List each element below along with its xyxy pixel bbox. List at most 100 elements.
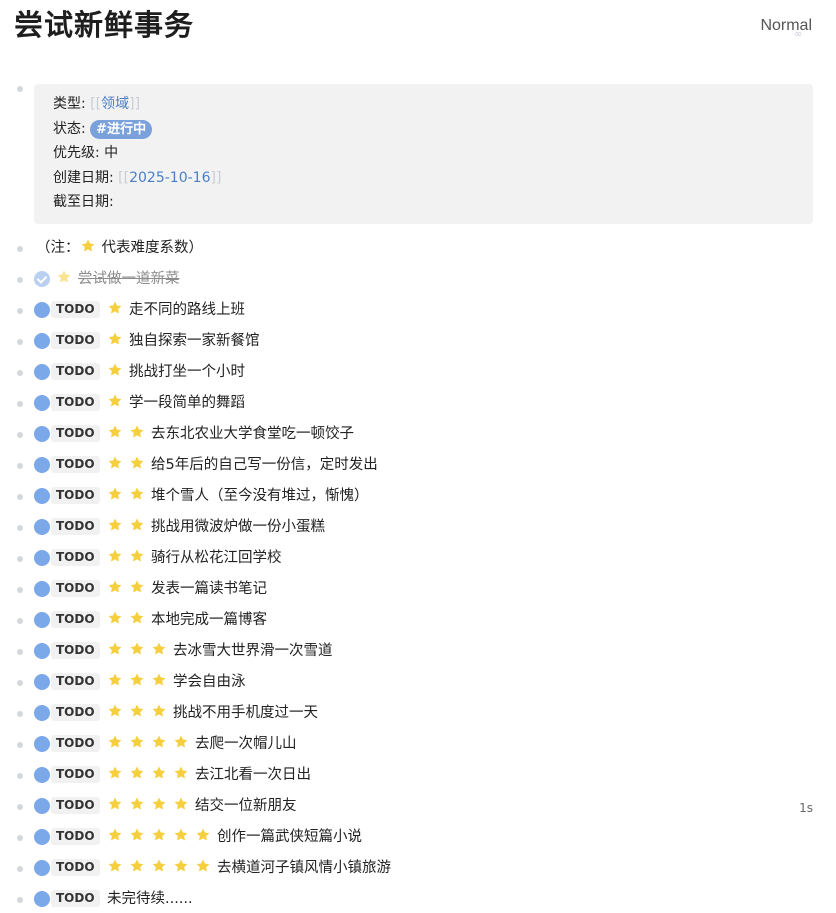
task-row[interactable]: TODO 去东北农业大学食堂吃一顿饺子	[0, 421, 836, 447]
block-bullet[interactable]	[17, 370, 23, 376]
block-bullet[interactable]	[17, 866, 23, 872]
task-row[interactable]: TODO 骑行从松花江回学校	[0, 545, 836, 571]
todo-checkbox[interactable]	[34, 798, 50, 814]
task-row[interactable]: TODO 去爬一次帽儿山	[0, 731, 836, 757]
task-row[interactable]: TODO 挑战不用手机度过一天	[0, 700, 836, 726]
todo-checkbox[interactable]	[34, 333, 50, 349]
link-bracket-close: ]]	[210, 170, 222, 186]
prop-type-link[interactable]: 领域	[101, 96, 129, 112]
task-row[interactable]: TODO 独自探索一家新餐馆	[0, 328, 836, 354]
todo-marker: TODO	[51, 611, 100, 628]
status-tag[interactable]: #进行中	[90, 120, 153, 139]
task-row[interactable]: TODO 结交一位新朋友	[0, 793, 836, 819]
block-bullet[interactable]	[17, 587, 23, 593]
page-title: 尝试新鲜事务	[14, 8, 195, 42]
prop-created-link[interactable]: 2025-10-16	[129, 170, 210, 186]
block-bullet[interactable]	[17, 897, 23, 903]
task-row[interactable]: TODO 去横道河子镇风情小镇旅游	[0, 855, 836, 881]
block-bullet[interactable]	[17, 401, 23, 407]
block-bullet[interactable]	[17, 742, 23, 748]
todo-checkbox[interactable]	[34, 705, 50, 721]
prop-created-label: 创建日期:	[53, 170, 114, 186]
task-row[interactable]: TODO 学会自由泳	[0, 669, 836, 695]
block-bullet[interactable]	[17, 432, 23, 438]
block-bullet[interactable]	[17, 773, 23, 779]
block-bullet[interactable]	[17, 86, 23, 92]
todo-checkbox[interactable]	[34, 395, 50, 411]
properties-block[interactable]: 类型: [[领域]] 状态: #进行中 优先级: 中 创建日期: [[2025-…	[34, 84, 813, 224]
todo-checkbox[interactable]	[34, 519, 50, 535]
block-bullet[interactable]	[17, 525, 23, 531]
task-row[interactable]: TODO 创作一篇武侠短篇小说	[0, 824, 836, 850]
todo-checkbox[interactable]	[34, 829, 50, 845]
task-text: 挑战打坐一个小时	[129, 364, 245, 380]
task-row[interactable]: TODO 发表一篇读书笔记	[0, 576, 836, 602]
block-bullet[interactable]	[17, 339, 23, 345]
star-icon	[129, 579, 145, 595]
todo-checkbox[interactable]	[34, 364, 50, 380]
block-bullet[interactable]	[17, 277, 23, 283]
todo-checkbox[interactable]	[34, 736, 50, 752]
task-row[interactable]: TODO 给5年后的自己写一份信，定时发出	[0, 452, 836, 478]
block-bullet[interactable]	[17, 835, 23, 841]
star-icon	[129, 734, 145, 750]
task-row[interactable]: 尝试做一道新菜	[0, 266, 836, 292]
task-text: 堆个雪人（至今没有堆过，惭愧）	[151, 488, 369, 504]
block-bullet[interactable]	[17, 711, 23, 717]
star-icon	[129, 765, 145, 781]
block-bullet[interactable]	[17, 804, 23, 810]
block-bullet[interactable]	[17, 680, 23, 686]
todo-checkbox[interactable]	[34, 643, 50, 659]
task-row[interactable]: TODO 学一段简单的舞蹈	[0, 390, 836, 416]
prop-priority-value: 中	[104, 145, 119, 161]
task-row[interactable]: TODO 堆个雪人（至今没有堆过，惭愧）	[0, 483, 836, 509]
task-row[interactable]: TODO 去江北看一次日出	[0, 762, 836, 788]
todo-checkbox[interactable]	[34, 674, 50, 690]
block-bullet[interactable]	[17, 494, 23, 500]
star-icon	[151, 796, 167, 812]
block-bullet[interactable]	[17, 246, 23, 252]
prop-due: 截至日期:	[53, 192, 114, 212]
task-row[interactable]: TODO 本地完成一篇博客	[0, 607, 836, 633]
block-bullet[interactable]	[17, 463, 23, 469]
block-bullet[interactable]	[17, 618, 23, 624]
todo-checkbox[interactable]	[34, 426, 50, 442]
task-row[interactable]: TODO 去冰雪大世界滑一次雪道	[0, 638, 836, 664]
task-content: 堆个雪人（至今没有堆过，惭愧）	[107, 486, 369, 506]
task-row[interactable]: TODO 走不同的路线上班	[0, 297, 836, 323]
task-content: 去横道河子镇风情小镇旅游	[107, 858, 391, 878]
todo-checkbox[interactable]	[34, 612, 50, 628]
note-text: （注： 代表难度系数）	[36, 238, 203, 258]
task-row[interactable]: TODO 挑战用微波炉做一份小蛋糕	[0, 514, 836, 540]
note-row[interactable]: （注： 代表难度系数）	[0, 235, 836, 261]
task-text: 未完待续......	[107, 891, 193, 907]
todo-marker: TODO	[51, 859, 100, 876]
task-text: 走不同的路线上班	[129, 302, 245, 318]
todo-checkbox[interactable]	[34, 581, 50, 597]
todo-marker: TODO	[51, 549, 100, 566]
todo-checkbox[interactable]	[34, 302, 50, 318]
done-checkbox[interactable]	[34, 271, 50, 287]
task-row[interactable]: TODO 未完待续......	[0, 886, 836, 912]
todo-checkbox[interactable]	[34, 860, 50, 876]
todo-marker: TODO	[51, 890, 100, 907]
todo-checkbox[interactable]	[34, 550, 50, 566]
task-text: 去横道河子镇风情小镇旅游	[217, 860, 391, 876]
task-content: 尝试做一道新菜	[56, 269, 180, 289]
task-row[interactable]: TODO 挑战打坐一个小时	[0, 359, 836, 385]
todo-checkbox[interactable]	[34, 488, 50, 504]
task-content: 本地完成一篇博客	[107, 610, 267, 630]
star-icon	[173, 734, 189, 750]
task-text: 尝试做一道新菜	[78, 271, 180, 287]
task-text: 挑战不用手机度过一天	[173, 705, 318, 721]
task-text: 本地完成一篇博客	[151, 612, 267, 628]
todo-marker: TODO	[51, 301, 100, 318]
todo-marker: TODO	[51, 797, 100, 814]
block-bullet[interactable]	[17, 556, 23, 562]
todo-checkbox[interactable]	[34, 457, 50, 473]
block-bullet[interactable]	[17, 308, 23, 314]
todo-checkbox[interactable]	[34, 891, 50, 907]
block-bullet[interactable]	[17, 649, 23, 655]
star-icon	[107, 424, 123, 440]
todo-checkbox[interactable]	[34, 767, 50, 783]
